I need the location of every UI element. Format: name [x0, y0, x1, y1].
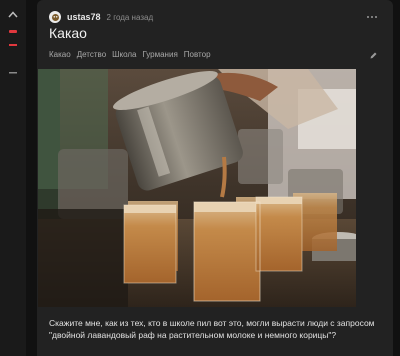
tag-detstvo[interactable]: Детство [77, 50, 106, 59]
rating-bar [9, 29, 17, 33]
more-button[interactable] [365, 11, 379, 23]
hide-post-button[interactable] [5, 66, 21, 80]
vote-rail [0, 0, 26, 356]
tag-povtor[interactable]: Повтор [184, 50, 211, 59]
downvote-button[interactable] [5, 38, 21, 52]
tag-gurmaniya[interactable]: Гурмания [142, 50, 177, 59]
tag-kakao[interactable]: Какао [49, 50, 71, 59]
tag-list: Какао Детство Школа Гурмания Повтор [49, 50, 211, 59]
pencil-icon [370, 52, 376, 58]
edit-button[interactable] [367, 49, 379, 61]
upvote-button[interactable] [5, 7, 21, 21]
more-dots-icon [367, 16, 377, 18]
post-time: 2 года назад [106, 12, 154, 22]
cocoa-photo [38, 69, 356, 307]
page: ustas78 2 года назад Какао Какао Детство… [0, 0, 400, 356]
post-header: ustas78 2 года назад [49, 8, 383, 26]
post-card: ustas78 2 года назад Какао Какао Детство… [37, 0, 393, 356]
chevron-up-icon [8, 10, 18, 17]
post-title[interactable]: Какао [49, 25, 87, 41]
post-author[interactable]: ustas78 [67, 12, 101, 22]
rating-indicator [5, 24, 21, 38]
dash-icon [9, 72, 17, 74]
post-image[interactable] [38, 69, 356, 307]
post-description: Скажите мне, как из тех, кто в школе пил… [49, 318, 375, 340]
tag-shkola[interactable]: Школа [112, 50, 136, 59]
avatar-icon[interactable] [49, 11, 61, 23]
minus-icon [9, 44, 17, 46]
